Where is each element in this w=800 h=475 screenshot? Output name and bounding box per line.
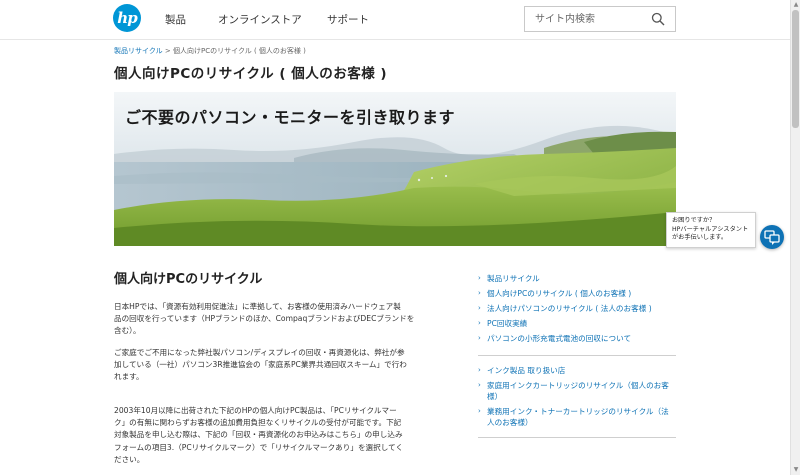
chat-icon xyxy=(764,230,780,245)
sidebar-divider xyxy=(478,437,676,438)
scroll-up-icon[interactable]: ▲ xyxy=(792,1,800,9)
scroll-down-icon[interactable]: ▼ xyxy=(792,466,800,474)
section-title: 個人向けPCのリサイクル xyxy=(114,272,263,287)
sidebar-link-business-ink[interactable]: › 業務用インク・トナーカートリッジのリサイクル（法 人のお客様） xyxy=(478,406,676,428)
paragraph-eligibility: 2003年10月以降に出荷された下記のHPの個人向けPC製品は、「PCリサイクル… xyxy=(114,405,454,466)
sidebar-link-product-recycle[interactable]: › 製品リサイクル xyxy=(478,273,676,284)
sidebar-link-home-ink[interactable]: › 家庭用インクカートリッジのリサイクル（個人のお客 様） xyxy=(478,380,676,402)
paragraph-line: れます。 xyxy=(114,372,144,382)
sidebar-link-battery[interactable]: › パソコンの小形充電式電池の回収について xyxy=(478,333,676,344)
sidebar-link-pc-results[interactable]: › PC回収実績 xyxy=(478,318,676,329)
paragraph-line: 加している（一社）パソコン3R推進協会の「家庭系PC業界共通回収スキーム」で行わ xyxy=(114,360,407,370)
arrow-right-icon: › xyxy=(478,319,481,327)
arrow-right-icon: › xyxy=(478,274,481,282)
page-title: 個人向けPCのリサイクル ( 個人のお客様 ) xyxy=(114,66,388,82)
hp-logo[interactable]: hp xyxy=(113,4,141,32)
paragraph-line: 含む）。 xyxy=(114,326,141,336)
breadcrumb-current: 個人向けPCのリサイクル ( 個人のお客様 ) xyxy=(172,47,306,55)
sidebar-link-business-pc[interactable]: › 法人向けパソコンのリサイクル ( 法人のお客様 ) xyxy=(478,303,676,314)
search-icon[interactable] xyxy=(651,12,665,26)
paragraph-line: 品の回収を行っています（HPブランドのほか、Compaqブランドおよび​DECブ… xyxy=(114,314,415,324)
sidebar-recycle-links: › 製品リサイクル › 個人向けPCのリサイクル ( 個人のお客様 ) › 法人向けパ… xyxy=(478,273,676,348)
virtual-assistant-bubble[interactable]: お困りですか？ HPバーチャルアシスタント がお手伝いします。 xyxy=(666,212,756,248)
nav-support[interactable]: サポート xyxy=(327,12,369,27)
scroll-thumb[interactable] xyxy=(792,10,799,128)
search-box xyxy=(524,6,676,32)
arrow-right-icon: › xyxy=(478,366,481,374)
site-header: hp 製品 オンラインストア サポート xyxy=(0,0,790,40)
paragraph-line: ださい。 xyxy=(114,454,145,464)
search-input[interactable] xyxy=(525,7,645,32)
assistant-text: HPバーチャルアシスタント xyxy=(672,225,749,233)
breadcrumb: 製品リサイクル > 個人向けPCのリサイクル ( 個人のお客様 ) xyxy=(114,46,306,56)
hero-banner: ご不要のパソコン・モニターを引き取ります xyxy=(114,92,676,246)
arrow-right-icon: › xyxy=(478,381,481,389)
arrow-right-icon: › xyxy=(478,334,481,342)
assistant-text: がお手伝いします。 xyxy=(672,234,728,242)
virtual-assistant-button[interactable] xyxy=(760,225,784,249)
paragraph-line: フォームの項目3.（PCリサイクルマーク）で「リサイクルマークあり」を選択してく xyxy=(114,442,404,452)
sidebar-link-ink-stores[interactable]: › インク製品 取り扱い店 xyxy=(478,365,676,376)
sidebar-divider xyxy=(478,355,676,356)
paragraph-line: 日本HPでは、「資源有効利用促進法」に準拠して、お客様の使用済みハードウェア製 xyxy=(114,302,401,311)
nav-online-store[interactable]: オンラインストア xyxy=(218,12,302,27)
breadcrumb-link-recycle[interactable]: 製品リサイクル xyxy=(114,47,163,55)
hero-headline: ご不要のパソコン・モニターを引き取ります xyxy=(125,108,456,127)
sidebar-link-personal-pc[interactable]: › 個人向けPCのリサイクル ( 個人のお客様 ) xyxy=(478,288,676,299)
nav-products[interactable]: 製品 xyxy=(165,12,186,27)
paragraph-intro: 日本HPでは、「資源有効利用促進法」に準拠して、お客様の使用済みハードウェア製 … xyxy=(114,301,454,338)
paragraph-line: 2003年10月以降に出荷された下記のHPの個人向けPC製品は、「PCリサイクル… xyxy=(114,406,397,415)
paragraph-collection: ご家庭でご不用になった弊社製パソコン/ディスプレイの回収・再資源化は、弊社が参 … xyxy=(114,347,454,384)
page-scrollbar[interactable]: ▲ ▼ xyxy=(790,0,800,475)
arrow-right-icon: › xyxy=(478,304,481,312)
arrow-right-icon: › xyxy=(478,407,481,415)
paragraph-line: ご家庭でご不用になった弊社製パソコン/ディスプレイの回収・再資源化は、弊社が参 xyxy=(114,348,405,357)
assistant-text: お困りですか？ xyxy=(672,217,716,224)
breadcrumb-separator: > xyxy=(162,47,173,55)
sidebar-ink-links: › インク製品 取り扱い店 › 家庭用インクカートリッジのリサイクル（個人のお客 様）… xyxy=(478,365,676,432)
paragraph-line: ク」の有無に関わらずお客様の追加費用負担なくリサイクルの受付が可能です。下記 xyxy=(114,418,402,428)
arrow-right-icon: › xyxy=(478,289,481,297)
paragraph-line: 対象製品を申し込む際は、下記の「回収・再資源化のお申込みはこちら」の申し込み xyxy=(114,430,403,440)
